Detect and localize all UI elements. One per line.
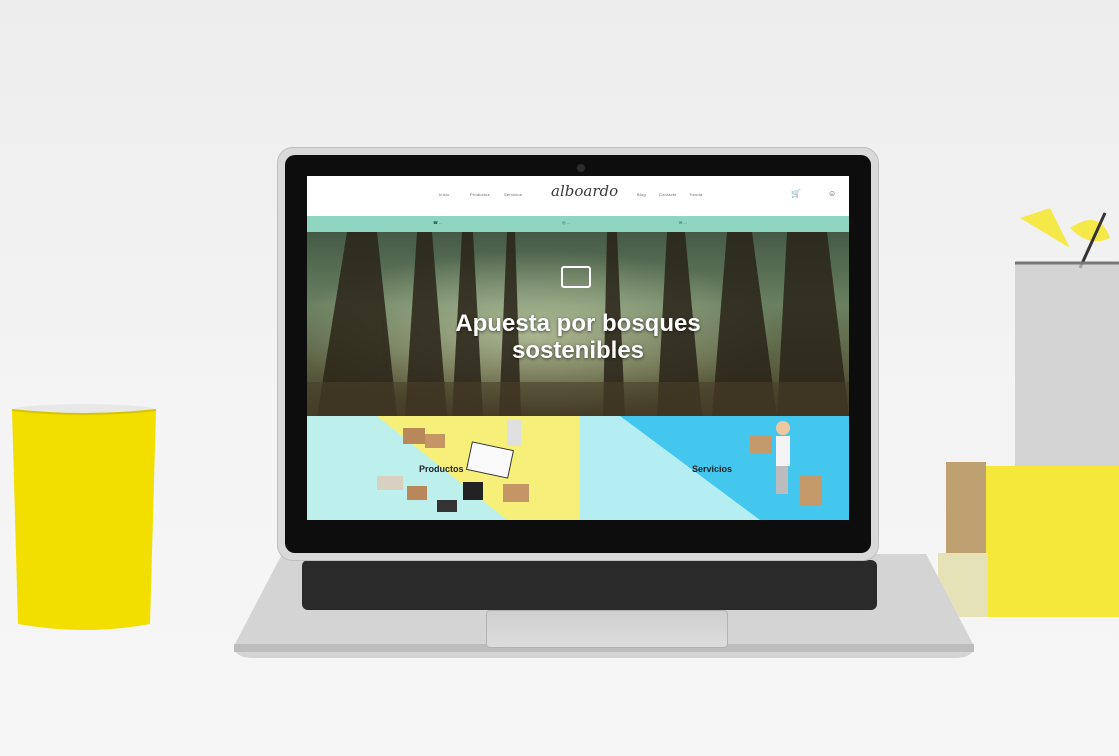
screen: Inicio Productos Servicios alboardo Blog… — [307, 176, 849, 520]
cart-icon[interactable]: 🛒 — [791, 189, 801, 198]
pencil-basket — [1015, 208, 1119, 473]
contact-phone[interactable]: ☎ ... — [433, 220, 442, 225]
location-icon: ◎ — [562, 220, 566, 225]
contact-bar: ☎ ... ◎ ... ✉ ... — [307, 216, 849, 232]
tile-services-label: Servicios — [692, 464, 733, 474]
nav-item[interactable]: Tienda — [689, 192, 702, 197]
site-header: Inicio Productos Servicios alboardo Blog… — [307, 176, 849, 216]
tile-products[interactable]: Productos — [307, 416, 580, 520]
hero-title: Apuesta por bosques sostenibles — [455, 310, 701, 364]
camera — [577, 164, 585, 172]
keyboard — [302, 560, 877, 610]
nav-item[interactable]: Servicios — [504, 192, 522, 197]
nav-item[interactable]: Productos — [470, 192, 490, 197]
site-logo[interactable]: alboardo — [551, 182, 618, 200]
yellow-mug — [11, 404, 157, 630]
contact-address[interactable]: ◎ ... — [562, 220, 570, 225]
nav-item[interactable]: Inicio — [439, 192, 450, 197]
leaf-icon — [561, 266, 591, 288]
trackpad — [486, 610, 728, 648]
nav-item[interactable]: Blog — [637, 192, 646, 197]
tile-products-label: Productos — [419, 464, 464, 474]
user-icon[interactable]: ☺ — [828, 189, 836, 198]
contact-email[interactable]: ✉ ... — [679, 220, 687, 225]
phone-icon: ☎ — [433, 220, 438, 225]
hero-banner: Apuesta por bosques sostenibles — [307, 232, 849, 416]
nav-item[interactable]: Contacto — [659, 192, 677, 197]
tile-services[interactable]: Servicios — [580, 416, 849, 520]
mail-icon: ✉ — [679, 220, 683, 225]
